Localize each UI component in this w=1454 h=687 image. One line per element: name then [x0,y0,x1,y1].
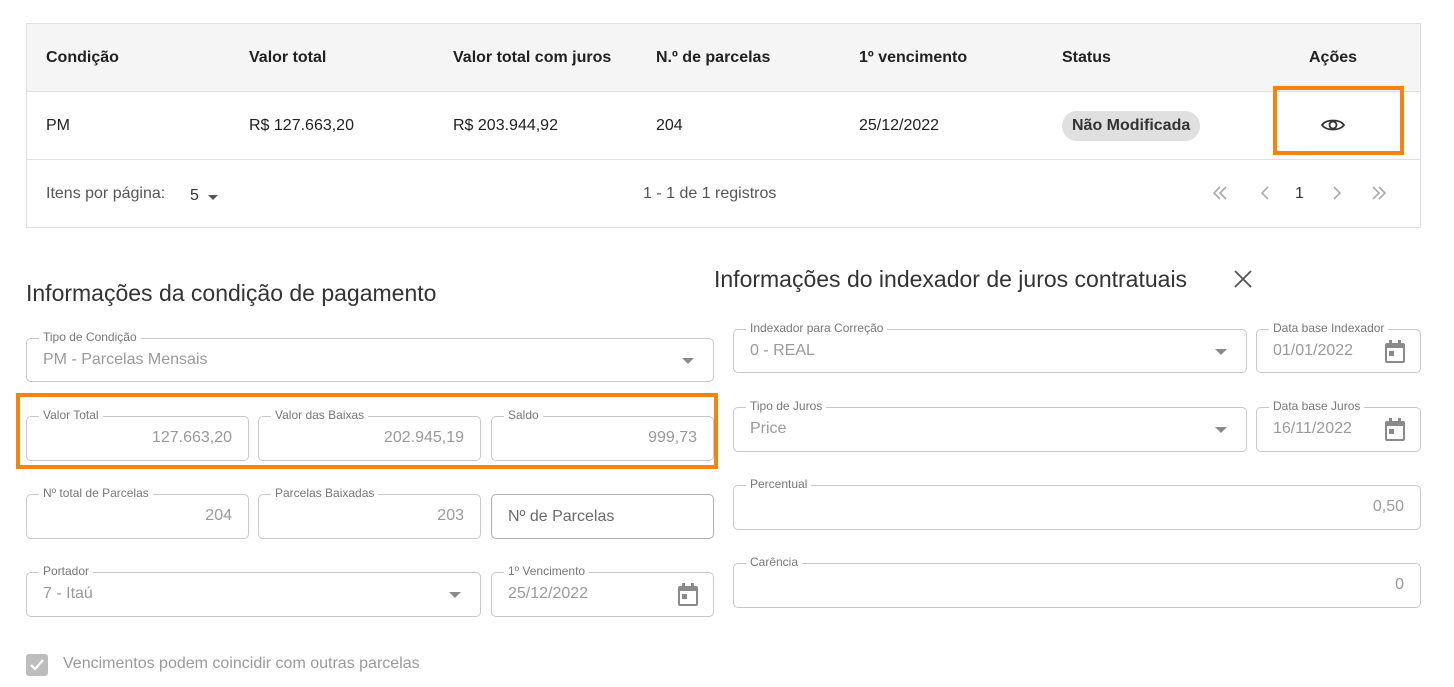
indexador-label: Indexador para Correção [746,321,888,335]
prev-page-icon[interactable] [1255,183,1275,209]
primeiro-vencimento-value: 25/12/2022 [508,585,589,602]
last-page-icon[interactable] [1369,183,1389,209]
chevron-down-icon [1215,349,1227,355]
tipo-juros-select[interactable]: Tipo de Juros Price [733,399,1247,452]
total-parcelas-value: 204 [205,507,232,524]
actions-highlight-box [1273,86,1404,155]
header-status[interactable]: Status [1062,49,1111,67]
payment-conditions-table: Condição Valor total Valor total com jur… [26,23,1421,228]
carencia-value: 0 [1395,576,1404,593]
cell-condicao: PM [46,117,70,134]
primeiro-vencimento-label: 1º Vencimento [504,564,590,578]
parcelas-baixadas-label: Parcelas Baixadas [271,486,379,500]
percentual-field[interactable]: Percentual 0,50 [733,477,1421,530]
data-base-juros-value: 16/11/2022 [1273,420,1352,437]
portador-value: 7 - Itaú [43,585,93,602]
num-parcelas-placeholder: Nº de Parcelas [508,508,615,525]
header-valor-total-juros[interactable]: Valor total com juros [453,49,611,67]
data-base-juros-label: Data base Juros [1269,399,1365,413]
close-icon[interactable] [1232,268,1254,290]
calendar-icon[interactable] [1384,418,1406,442]
total-parcelas-label: Nº total de Parcelas [39,486,153,500]
carencia-label: Carência [746,555,803,569]
header-valor-total[interactable]: Valor total [249,49,326,67]
percentual-value: 0,50 [1372,498,1404,515]
parcelas-baixadas-value: 203 [437,507,464,524]
header-num-parcelas[interactable]: N.º de parcelas [656,49,770,67]
table-header: Condição Valor total Valor total com jur… [27,24,1420,92]
range-label: 1 - 1 de 1 registros [643,185,777,202]
tipo-condicao-select[interactable]: Tipo de Condição PM - Parcelas Mensais [26,330,714,382]
tipo-juros-label: Tipo de Juros [746,399,827,413]
portador-select[interactable]: Portador 7 - Itaú [26,564,481,617]
first-page-icon[interactable] [1210,183,1230,209]
payment-info-title: Informações da condição de pagamento [26,280,437,306]
next-page-icon[interactable] [1327,183,1347,209]
carencia-field[interactable]: Carência 0 [733,555,1421,608]
data-base-juros-field[interactable]: Data base Juros 16/11/2022 [1256,399,1421,452]
calendar-icon[interactable] [1384,340,1406,364]
tipo-condicao-value: PM - Parcelas Mensais [43,351,208,368]
indexer-info-title: Informações do indexador de juros contra… [714,266,1188,292]
parcelas-baixadas-field[interactable]: Parcelas Baixadas 203 [258,486,481,539]
chevron-down-icon [682,358,694,364]
chevron-down-icon [1215,427,1227,433]
cell-valor-total: R$ 127.663,20 [249,117,354,134]
chevron-down-icon[interactable] [208,195,218,200]
header-primeiro-vencimento[interactable]: 1º vencimento [859,49,967,67]
indexador-select[interactable]: Indexador para Correção 0 - REAL [733,321,1247,373]
percentual-label: Percentual [746,477,812,491]
values-highlight-box [16,393,718,469]
data-base-indexador-label: Data base Indexador [1269,321,1389,335]
header-acoes: Ações [1309,49,1358,66]
tipo-juros-value: Price [750,420,787,437]
table-paginator: Itens por página: 5 1 - 1 de 1 registros… [27,161,1420,228]
calendar-icon[interactable] [677,583,699,607]
cell-primeiro-vencimento: 25/12/2022 [859,117,940,134]
portador-label: Portador [39,564,94,578]
data-base-indexador-field[interactable]: Data base Indexador 01/01/2022 [1256,321,1421,373]
vencimentos-checkbox-label: Vencimentos podem coincidir com outras p… [63,655,420,672]
header-condicao[interactable]: Condição [46,49,119,67]
total-parcelas-field[interactable]: Nº total de Parcelas 204 [26,486,249,539]
status-badge: Não Modificada [1062,111,1201,141]
items-per-page-select[interactable]: 5 [190,187,199,205]
current-page: 1 [1295,185,1304,202]
tipo-condicao-label: Tipo de Condição [39,330,141,344]
chevron-down-icon [449,592,461,598]
indexador-value: 0 - REAL [750,342,815,359]
items-per-page-label: Itens por página: [46,185,166,202]
primeiro-vencimento-field[interactable]: 1º Vencimento 25/12/2022 [491,564,714,617]
cell-valor-total-juros: R$ 203.944,92 [453,117,558,134]
table-row: PM R$ 127.663,20 R$ 203.944,92 204 25/12… [27,92,1420,160]
data-base-indexador-value: 01/01/2022 [1273,342,1354,359]
vencimentos-checkbox[interactable] [26,654,48,676]
cell-num-parcelas: 204 [656,117,683,134]
num-parcelas-input[interactable]: Nº de Parcelas [491,494,714,539]
